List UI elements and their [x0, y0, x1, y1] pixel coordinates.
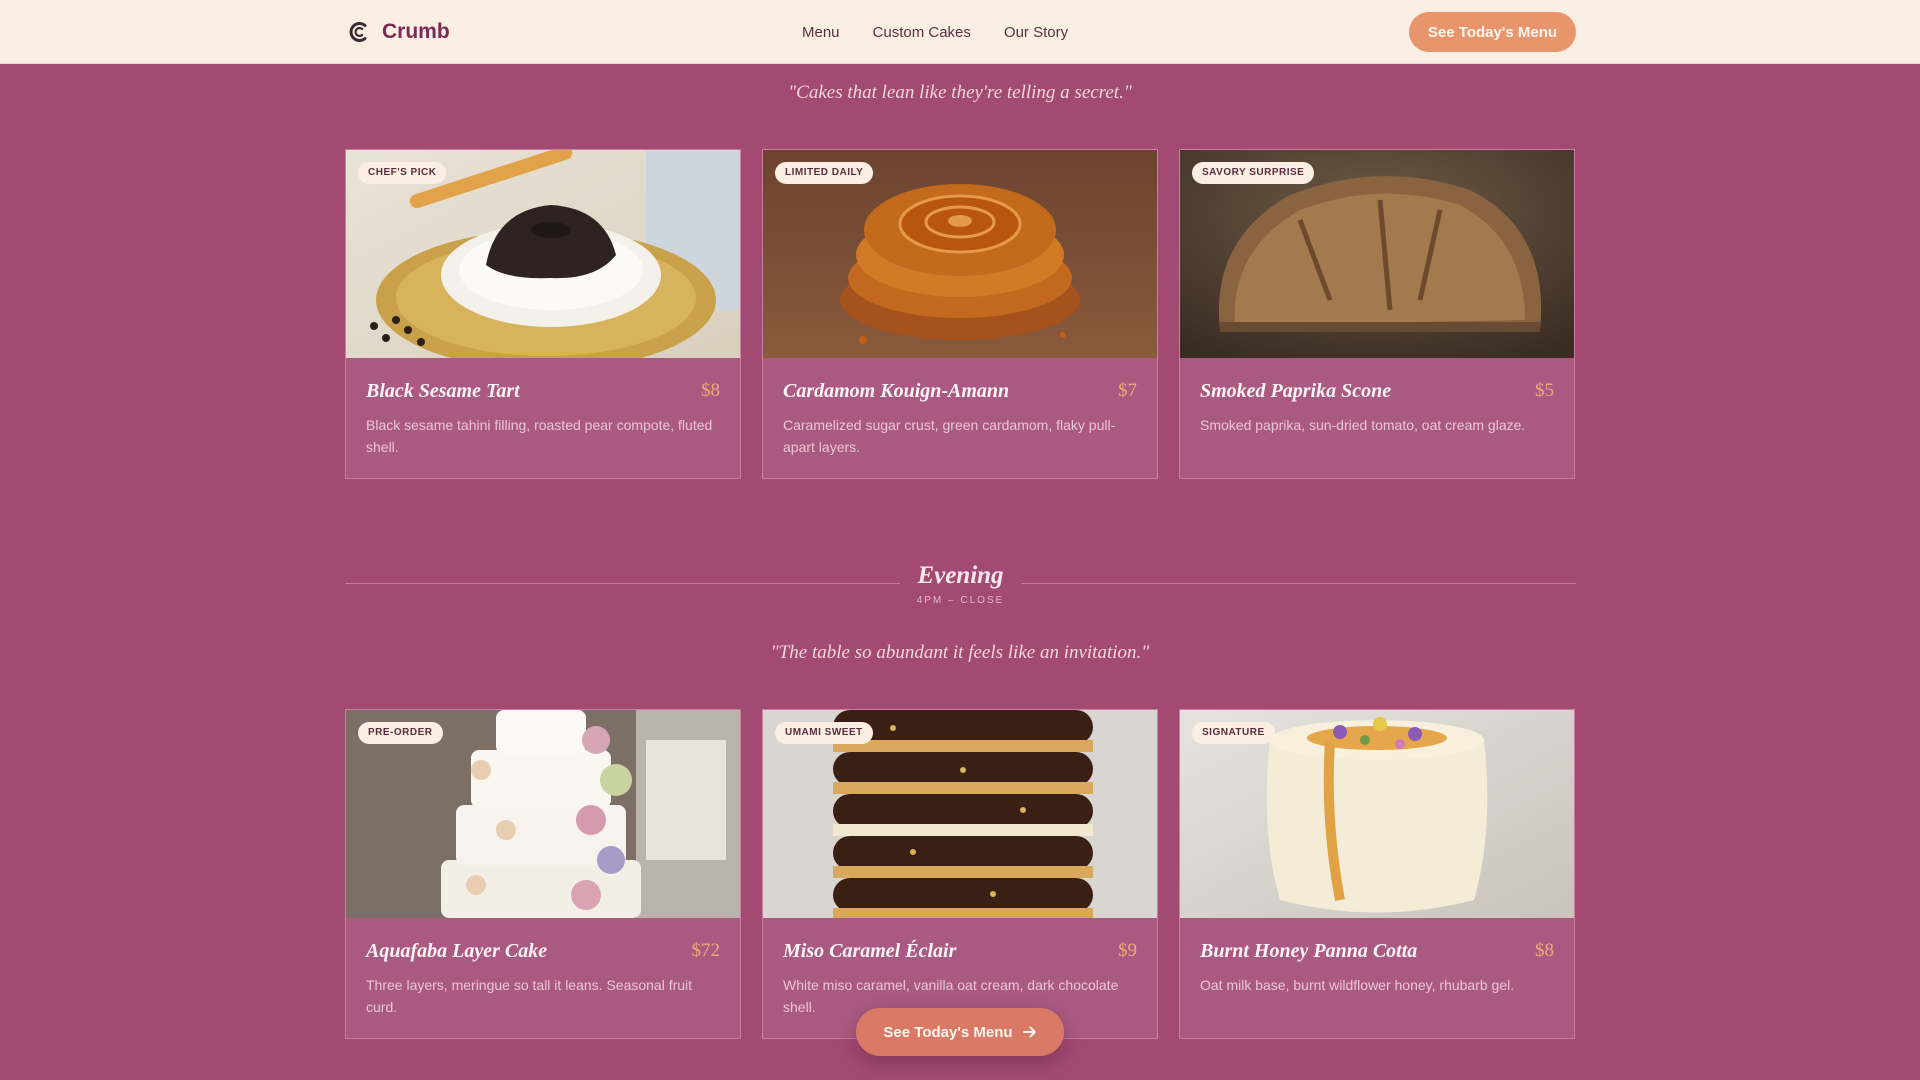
- item-description: Smoked paprika, sun-dried tomato, oat cr…: [1200, 417, 1526, 433]
- item-price: $5: [1535, 380, 1554, 401]
- brand-logo[interactable]: Crumb: [346, 18, 450, 46]
- item-name: Miso Caramel Éclair: [783, 940, 957, 962]
- nav-menu[interactable]: Menu: [802, 24, 840, 41]
- badge: SAVORY SURPRISE: [1192, 162, 1315, 184]
- item-description: Three layers, meringue so tall it leans.…: [366, 977, 693, 1015]
- item-price: $7: [1118, 380, 1137, 401]
- badge: LIMITED DAILY: [775, 162, 874, 184]
- item-description: Oat milk base, burnt wildflower honey, r…: [1200, 977, 1515, 993]
- item-price: $8: [701, 380, 720, 401]
- smoked-paprika-scone-image: SAVORY SURPRISE: [1180, 150, 1574, 358]
- nav-custom-cakes[interactable]: Custom Cakes: [873, 24, 971, 41]
- morning-quote: "Cakes that lean like they're telling a …: [788, 82, 1132, 103]
- item-name: Cardamom Kouign-Amann: [783, 380, 1010, 402]
- menu-card[interactable]: LIMITED DAILY Cardamom Kouign-Amann $7 C…: [762, 149, 1158, 479]
- item-description: Caramelized sugar crust, green cardamom,…: [783, 417, 1116, 455]
- cardamom-kouign-amann-image: LIMITED DAILY: [763, 150, 1157, 358]
- item-name: Black Sesame Tart: [366, 380, 520, 402]
- item-price: $9: [1118, 940, 1137, 961]
- site-header: Crumb Menu Custom Cakes Our Story See To…: [0, 0, 1920, 64]
- item-description: Black sesame tahini filling, roasted pea…: [366, 417, 713, 455]
- badge: PRE-ORDER: [358, 722, 443, 744]
- menu-card[interactable]: UMAMI SWEET Miso Caramel Éclair $9 White…: [762, 709, 1158, 1039]
- evening-menu-grid: PRE-ORDER Aquafaba Layer Cake $72 Three …: [345, 709, 1576, 1039]
- floating-see-menu-button[interactable]: See Today's Menu: [856, 1008, 1064, 1056]
- morning-menu-grid: CHEF'S PICK Black Sesame Tart $8 Black s…: [345, 149, 1576, 479]
- arrow-right-icon: [1022, 1026, 1036, 1038]
- floating-cta-label: See Today's Menu: [883, 1023, 1013, 1041]
- item-name: Aquafaba Layer Cake: [366, 940, 548, 962]
- evening-quote: "The table so abundant it feels like an …: [770, 642, 1150, 663]
- item-name: Smoked Paprika Scone: [1200, 380, 1392, 402]
- burnt-honey-panna-cotta-image: SIGNATURE: [1180, 710, 1574, 918]
- brand-name: Crumb: [382, 20, 450, 43]
- main-nav: Menu Custom Cakes Our Story: [802, 20, 1068, 44]
- section-hours: 4PM – CLOSE: [916, 595, 1005, 606]
- see-menu-button[interactable]: See Today's Menu: [1409, 12, 1576, 52]
- section-title: Evening: [917, 562, 1004, 589]
- crumb-logo-icon: [349, 22, 367, 42]
- evening-section-header: Evening 4PM – CLOSE: [345, 560, 1576, 610]
- badge: CHEF'S PICK: [358, 162, 447, 184]
- black-sesame-tart-image: CHEF'S PICK: [346, 150, 740, 358]
- nav-our-story[interactable]: Our Story: [1004, 24, 1068, 41]
- item-name: Burnt Honey Panna Cotta: [1200, 940, 1418, 962]
- badge: UMAMI SWEET: [775, 722, 873, 744]
- miso-caramel-eclair-image: UMAMI SWEET: [763, 710, 1157, 918]
- badge: SIGNATURE: [1192, 722, 1275, 744]
- menu-card[interactable]: SIGNATURE Burnt Honey Panna Cotta $8 Oat…: [1179, 709, 1575, 1039]
- menu-card[interactable]: CHEF'S PICK Black Sesame Tart $8 Black s…: [345, 149, 741, 479]
- aquafaba-layer-cake-image: PRE-ORDER: [346, 710, 740, 918]
- item-price: $8: [1535, 940, 1554, 961]
- menu-card[interactable]: SAVORY SURPRISE Smoked Paprika Scone $5 …: [1179, 149, 1575, 479]
- menu-card[interactable]: PRE-ORDER Aquafaba Layer Cake $72 Three …: [345, 709, 741, 1039]
- item-price: $72: [691, 940, 721, 961]
